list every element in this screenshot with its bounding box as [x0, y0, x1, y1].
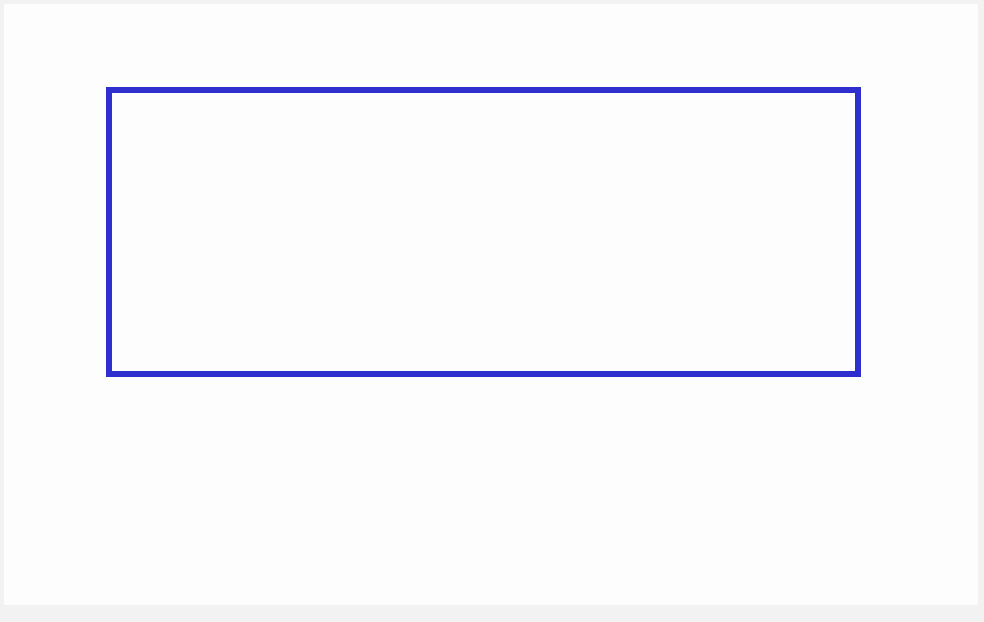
rectangle-shape: [106, 87, 861, 377]
